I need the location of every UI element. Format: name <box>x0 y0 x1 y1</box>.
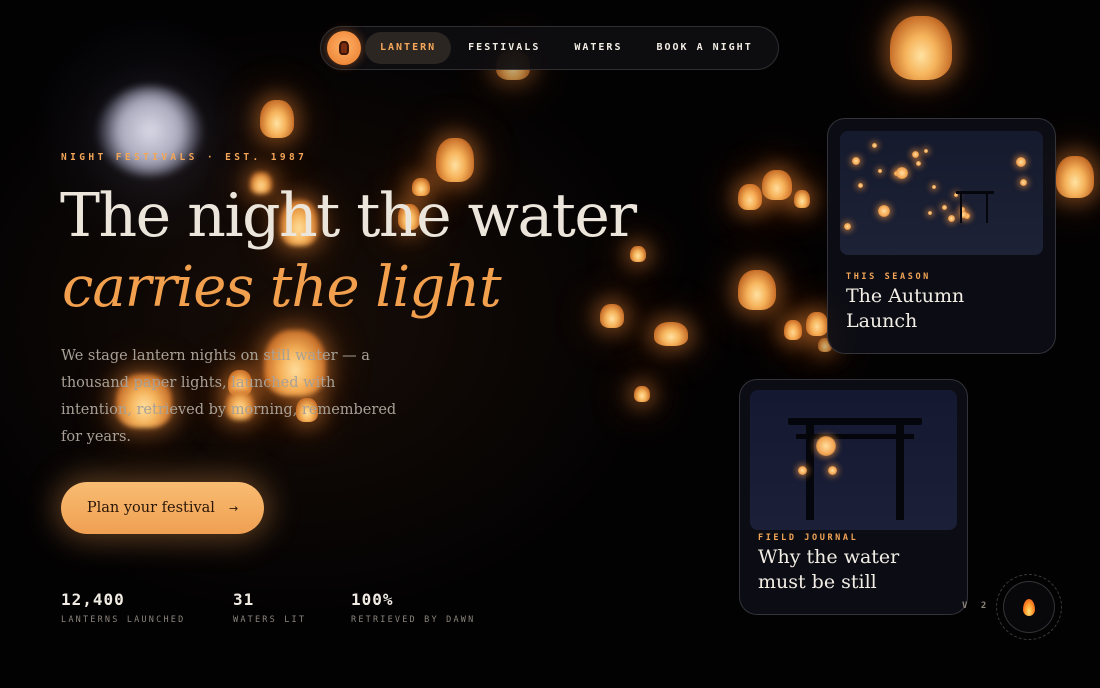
floating-lantern <box>600 304 624 328</box>
flame-button[interactable] <box>996 574 1062 640</box>
nav-item-book-a-night[interactable]: BOOK A NIGHT <box>639 32 769 64</box>
flame-button-inner <box>1003 581 1055 633</box>
gate-pillar <box>960 193 962 223</box>
gate-pillar <box>896 424 904 520</box>
lantern-dot <box>878 169 882 173</box>
floating-lantern <box>762 170 792 200</box>
floating-lantern <box>738 270 776 310</box>
lantern-dot <box>852 157 860 165</box>
card-kicker: THIS SEASON <box>846 272 931 282</box>
card-image-lanterns-over-water <box>840 131 1043 255</box>
lantern-dot <box>798 466 807 475</box>
stat-label: WATERS LIT <box>233 615 307 625</box>
gate-pillar <box>806 424 814 520</box>
hero-description: We stage lantern nights on still water —… <box>61 348 397 445</box>
stat-value: 100% <box>351 590 394 609</box>
lantern-dot <box>872 143 877 148</box>
lantern-dot <box>928 211 932 215</box>
floating-lantern <box>738 184 762 210</box>
floating-lantern <box>1056 156 1094 198</box>
stat-label: RETRIEVED BY DAWN <box>351 615 476 625</box>
card-title: The Autumn Launch <box>846 285 965 332</box>
floating-lantern <box>260 100 294 138</box>
flame-icon <box>1023 598 1035 616</box>
lantern-dot <box>858 183 863 188</box>
hero-headline: The night the water <box>60 181 637 251</box>
top-navigation: LANTERN FESTIVALS WATERS BOOK A NIGHT <box>320 26 779 70</box>
nav-item-lantern[interactable]: LANTERN <box>365 32 452 64</box>
plan-festival-button[interactable]: Plan your festival → <box>61 482 264 534</box>
floating-lantern <box>654 322 688 346</box>
floating-lantern <box>436 138 474 182</box>
stat-waters-lit: 31 WATERS LIT <box>233 590 306 625</box>
stat-label: LANTERNS LAUNCHED <box>61 615 186 625</box>
nav-item-festivals[interactable]: FESTIVALS <box>451 32 557 64</box>
stat-lanterns-launched: 12,400 LANTERNS LAUNCHED <box>61 590 185 625</box>
lantern-icon[interactable] <box>327 31 361 65</box>
lantern-dot <box>1020 179 1027 186</box>
floating-lantern <box>784 320 802 340</box>
arrow-right-icon: → <box>228 501 239 515</box>
lantern-dot <box>844 223 851 230</box>
card-image-torii-gate <box>750 390 957 530</box>
hero-eyebrow: NIGHT FESTIVALS · EST. 1987 <box>61 152 308 163</box>
gate-pillar <box>986 193 988 223</box>
floating-lantern <box>634 386 650 402</box>
lantern-dot <box>932 185 936 189</box>
lantern-dot <box>942 205 947 210</box>
lantern-dot <box>828 466 837 475</box>
lantern-dot <box>896 167 908 179</box>
stat-value: 12,400 <box>61 590 125 609</box>
lantern-dot <box>924 149 928 153</box>
card-field-journal[interactable]: FIELD JOURNAL Why the water must be stil… <box>739 379 968 615</box>
floating-lantern <box>794 190 810 208</box>
floating-lantern <box>890 16 952 80</box>
lantern-dot <box>912 151 919 158</box>
lantern-dot <box>816 436 836 456</box>
hero-headline-accent: carries the light <box>62 255 502 320</box>
stat-value: 31 <box>233 590 255 609</box>
lantern-dot <box>948 215 955 222</box>
card-title: Why the water must be still <box>758 546 900 593</box>
card-autumn-launch[interactable]: THIS SEASON The Autumn Launch <box>827 118 1056 354</box>
nav-item-waters[interactable]: WATERS <box>557 32 639 64</box>
lantern-dot <box>916 161 921 166</box>
version-label: V 2 <box>962 601 991 611</box>
stat-retrieved-by-dawn: 100% RETRIEVED BY DAWN <box>351 590 475 625</box>
card-kicker: FIELD JOURNAL <box>758 533 859 543</box>
lantern-dot <box>878 205 890 217</box>
floating-lantern <box>806 312 828 336</box>
cta-label: Plan your festival <box>86 500 215 516</box>
lantern-dot <box>1016 157 1026 167</box>
